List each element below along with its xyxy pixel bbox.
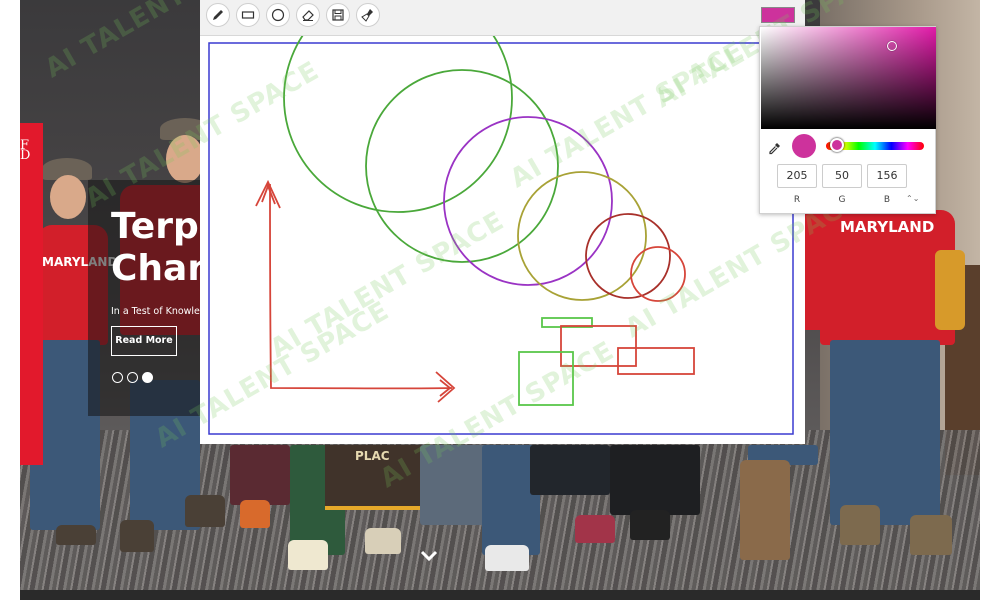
- drawn-circle-darkred: [585, 213, 671, 299]
- blue-label: B: [883, 195, 891, 205]
- drawing-canvas[interactable]: [200, 36, 805, 444]
- canvas-svg[interactable]: [200, 36, 805, 444]
- hero-subtitle: In a Test of Knowled: [111, 306, 206, 317]
- pencil-icon[interactable]: [206, 3, 230, 27]
- page: MARYLAND PLAC MARYLAND F D Terps Chan In…: [0, 0, 1000, 600]
- drawn-circle-green-2: [365, 69, 559, 263]
- color-preview: [792, 134, 816, 158]
- current-color-swatch[interactable]: [761, 7, 795, 23]
- site-sidebar-red: F D: [20, 123, 43, 465]
- save-icon[interactable]: [326, 3, 350, 27]
- shirt-text-right: MARYLAND: [840, 218, 935, 236]
- green-input[interactable]: 50: [822, 164, 862, 188]
- saturation-cursor[interactable]: [887, 41, 897, 51]
- eyedropper-icon[interactable]: [768, 140, 782, 155]
- color-mode-toggle[interactable]: ⌃⌄: [906, 194, 919, 203]
- red-input[interactable]: 205: [777, 164, 817, 188]
- clear-brush-icon[interactable]: [356, 3, 380, 27]
- color-picker-popover: 205 50 156 R G B ⌃⌄: [759, 26, 936, 214]
- read-more-button[interactable]: Read More: [111, 326, 177, 356]
- chevron-down-icon[interactable]: [420, 546, 438, 567]
- bottom-strip: [20, 590, 980, 600]
- drawn-arrow-axes: [255, 179, 456, 403]
- site-logo: F D: [20, 138, 31, 163]
- rectangle-icon[interactable]: [236, 3, 260, 27]
- saturation-area[interactable]: [761, 27, 936, 129]
- drawing-toolbar: [200, 0, 805, 36]
- hue-slider-handle[interactable]: [830, 138, 844, 152]
- banner-flag: PLAC: [325, 445, 430, 510]
- green-label: G: [838, 195, 846, 205]
- eraser-icon[interactable]: [296, 3, 320, 27]
- red-label: R: [793, 195, 801, 205]
- carousel-dot-1[interactable]: [112, 372, 123, 383]
- carousel-dot-3[interactable]: [142, 372, 153, 383]
- canvas-frame: [208, 42, 794, 435]
- drawn-circle-red: [630, 246, 686, 302]
- blue-input[interactable]: 156: [867, 164, 907, 188]
- drawn-circle-green-1: [283, 36, 513, 213]
- drawn-circle-olive: [517, 171, 647, 301]
- drawn-rect-red-2: [617, 347, 695, 375]
- carousel-dot-2[interactable]: [127, 372, 138, 383]
- circle-icon[interactable]: [266, 3, 290, 27]
- drawn-rect-lime: [518, 351, 574, 406]
